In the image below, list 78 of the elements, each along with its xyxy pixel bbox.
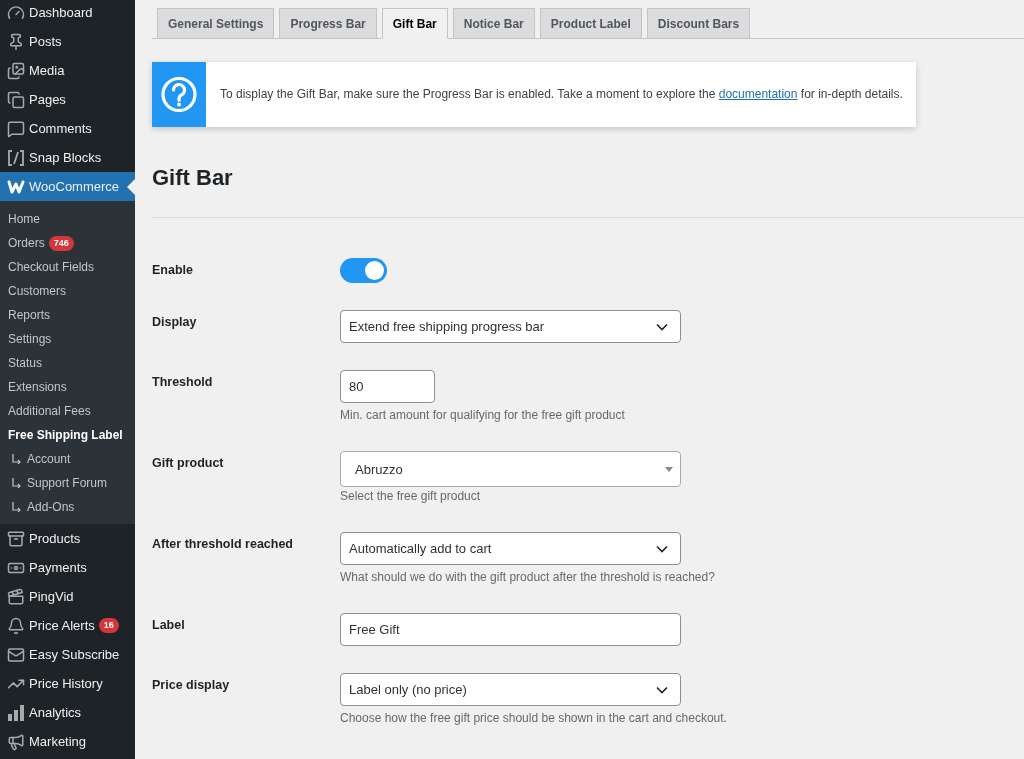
field-description: What should we do with the gift product after the threshold is reached? [340,569,715,586]
submenu-item[interactable]: Reports [0,303,135,327]
corner-arrow-icon [12,454,21,464]
dropdown-select[interactable]: Automatically add to cart [340,532,681,565]
w-logo-icon [7,179,25,194]
settings-tab[interactable]: Gift Bar [381,8,448,39]
menu-item[interactable]: Snap Blocks [0,143,135,172]
field-description: Choose how the free gift price should be shown in the cart and checkout. [340,710,727,727]
field-label: Enable [152,262,193,279]
submenu-item[interactable]: Account [0,447,135,471]
bell-icon [7,616,25,635]
dropdown-select[interactable]: Extend free shipping progress bar [340,310,681,343]
chevron-down-icon [656,322,668,331]
pointer-triangle-icon [127,179,135,195]
dropdown-select[interactable]: Label only (no price) [340,673,681,706]
submenu-item[interactable]: Add-Ons [0,495,135,519]
number-input[interactable]: 80 [340,370,435,403]
settings-tab[interactable]: Notice Bar [452,8,535,39]
submenu-item[interactable]: Orders 746 [0,231,135,255]
submenu-item[interactable]: Support Forum [0,471,135,495]
menu-item[interactable]: Products [0,524,135,553]
text-input[interactable]: Free Gift [340,613,681,646]
settings-tab[interactable]: General Settings [157,8,275,39]
corner-arrow-icon [12,502,21,512]
menu-item[interactable]: Analytics [0,698,135,727]
submenu-item[interactable]: Additional Fees [0,399,135,423]
field-label: Gift product [152,455,224,472]
brackets-icon [7,148,25,167]
menu-item[interactable]: WooCommerce [0,172,135,201]
submenu-item[interactable]: Settings [0,327,135,351]
menu-item[interactable]: Dashboard [0,0,135,27]
submenu-item[interactable]: Extensions [0,375,135,399]
field-label: Label [152,617,185,634]
gauge-icon [7,3,25,22]
settings-tab[interactable]: Discount Bars [646,8,751,39]
chevron-down-icon [656,544,668,553]
field-description: Min. cart amount for qualifying for the free gift product [340,407,625,424]
field-label: Threshold [152,374,213,391]
pages-icon [7,90,25,109]
envelope-icon [7,645,25,664]
field-description: Select the free gift product [340,488,481,505]
menu-item[interactable]: Pages [0,85,135,114]
field-label: Price display [152,677,230,694]
menu-item[interactable]: Media [0,56,135,85]
pin-icon [7,32,25,51]
speech-bubble-icon [7,119,25,138]
images-icon [7,61,25,80]
menu-item[interactable]: Price Alerts 16 [0,611,135,640]
field-label: After threshold reached [152,536,293,553]
menu-item[interactable]: Price History [0,669,135,698]
submenu-item[interactable]: Home [0,207,135,231]
toggle-switch[interactable] [340,258,387,283]
menu-item[interactable]: Comments [0,114,135,143]
archive-box-icon [7,529,25,548]
searchable-select[interactable]: Abruzzo [340,451,681,487]
menu-item[interactable]: Easy Subscribe [0,640,135,669]
submenu-item[interactable]: Customers [0,279,135,303]
notice-text: To display the Gift Bar, make sure the Progress Bar is enabled. Take a moment to explore the documentation for in-depth details. [220,86,903,103]
corner-arrow-icon [12,478,21,488]
settings-tab[interactable]: Progress Bar [279,8,377,39]
documentation-link[interactable]: documentation [718,87,798,101]
menu-item[interactable]: Payments [0,553,135,582]
menu-item[interactable]: Posts [0,27,135,56]
submenu-item[interactable]: Status [0,351,135,375]
settings-tab[interactable]: Product Label [539,8,642,39]
page-title: Gift Bar [152,164,233,192]
field-label: Display [152,314,197,331]
count-badge: 746 [48,235,74,251]
chevron-down-icon [656,685,668,694]
clapperboard-icon [7,587,25,606]
bar-chart-icon [8,704,24,721]
submenu-item[interactable]: Checkout Fields [0,255,135,279]
count-badge: 16 [98,618,119,633]
caret-down-icon [665,466,673,472]
megaphone-icon [7,732,25,751]
menu-item[interactable]: PingVid [0,582,135,611]
submenu-item[interactable]: Free Shipping Label [0,423,135,447]
menu-item[interactable]: Marketing [0,727,135,756]
